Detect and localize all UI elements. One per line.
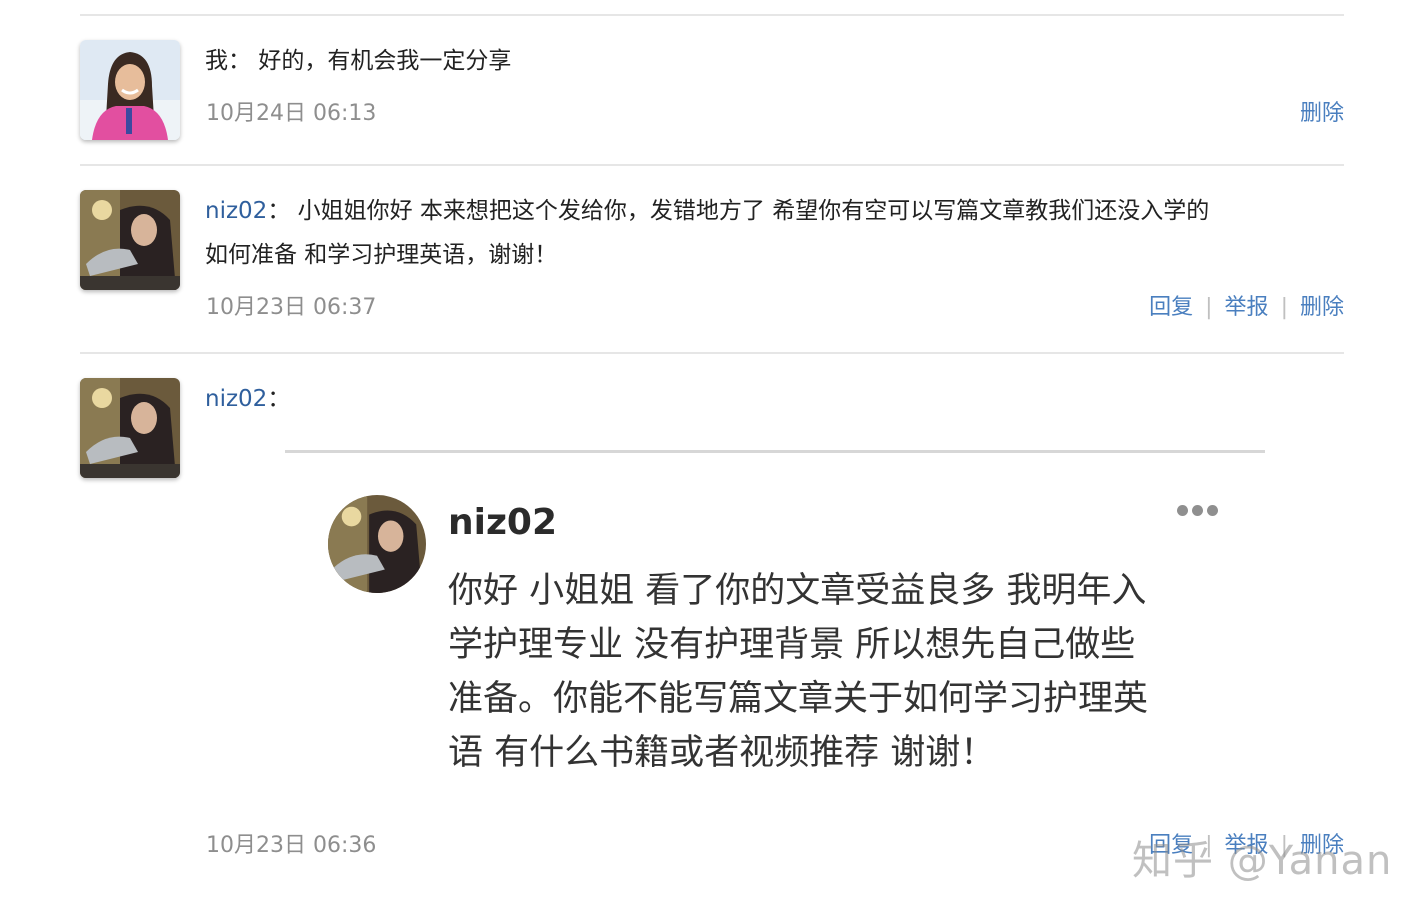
avatar[interactable]	[80, 378, 180, 478]
reply-button[interactable]: 回复	[1149, 833, 1193, 858]
embed-body: 你好 小姐姐 看了你的文章受益良多 我明年入 学护理专业 没有护理背景 所以想先…	[448, 564, 1238, 780]
report-button[interactable]: 举报	[1225, 833, 1269, 858]
embed-top-border	[285, 450, 1265, 453]
divider	[80, 352, 1344, 354]
comment-text: niz02： 小姐姐你好 本来想把这个发给你，发错地方了 希望你有空可以写篇文章…	[205, 189, 1336, 277]
comment-body-line2: 如何准备 和学习护理英语，谢谢！	[205, 242, 558, 268]
avatar-image	[80, 378, 180, 478]
comment-body: 好的，有机会我一定分享	[258, 48, 512, 74]
embed-line: 学护理专业 没有护理背景 所以想先自己做些	[448, 625, 1136, 665]
embedded-screenshot: niz02 你好 小姐姐 看了你的文章受益良多 我明年入 学护理专业 没有护理背…	[285, 450, 1265, 790]
comment-timestamp: 10月23日 06:37	[206, 295, 377, 320]
embed-line: 准备。你能不能写篇文章关于如何学习护理英	[448, 679, 1149, 719]
author-separator: ：	[267, 386, 291, 412]
comment-text: niz02：	[205, 377, 1336, 421]
delete-button[interactable]: 删除	[1300, 101, 1344, 126]
top-divider	[80, 14, 1344, 16]
embed-avatar	[328, 495, 426, 593]
embed-author: niz02	[448, 502, 558, 543]
delete-button[interactable]: 删除	[1300, 295, 1344, 320]
author-separator: ：	[228, 48, 251, 74]
comment-author-link[interactable]: niz02	[205, 386, 267, 412]
action-separator: |	[1205, 295, 1213, 320]
comment-actions: 删除	[1300, 99, 1344, 129]
report-button[interactable]: 举报	[1225, 295, 1269, 320]
comment-text: 我： 好的，有机会我一定分享	[205, 39, 1336, 83]
more-dots-icon	[1177, 501, 1223, 516]
avatar-image	[80, 190, 180, 290]
comment-list: 我： 好的，有机会我一定分享 10月24日 06:13 删除 niz02： 小姐	[0, 0, 1426, 912]
avatar[interactable]	[80, 40, 180, 140]
comment-timestamp: 10月23日 06:36	[206, 833, 377, 858]
embed-avatar-image	[328, 495, 426, 593]
comment-actions: 回复 | 举报 | 删除	[1149, 293, 1344, 323]
comment-actions: 回复 | 举报 | 删除	[1149, 831, 1344, 861]
comment-author[interactable]: 我	[205, 48, 228, 74]
embed-line: 你好 小姐姐 看了你的文章受益良多 我明年入	[448, 571, 1147, 611]
action-separator: |	[1280, 295, 1288, 320]
avatar[interactable]	[80, 190, 180, 290]
comment-body-line1: 小姐姐你好 本来想把这个发给你，发错地方了 希望你有空可以写篇文章教我们还没入学…	[297, 198, 1210, 224]
divider	[80, 164, 1344, 166]
avatar-image	[80, 40, 180, 140]
comment-author-link[interactable]: niz02	[205, 198, 267, 224]
embed-line: 语 有什么书籍或者视频推荐 谢谢！	[448, 733, 996, 773]
action-separator: |	[1205, 833, 1213, 858]
reply-button[interactable]: 回复	[1149, 295, 1193, 320]
comment-timestamp: 10月24日 06:13	[206, 101, 377, 126]
delete-button[interactable]: 删除	[1300, 833, 1344, 858]
author-separator: ：	[267, 198, 291, 224]
action-separator: |	[1280, 833, 1288, 858]
